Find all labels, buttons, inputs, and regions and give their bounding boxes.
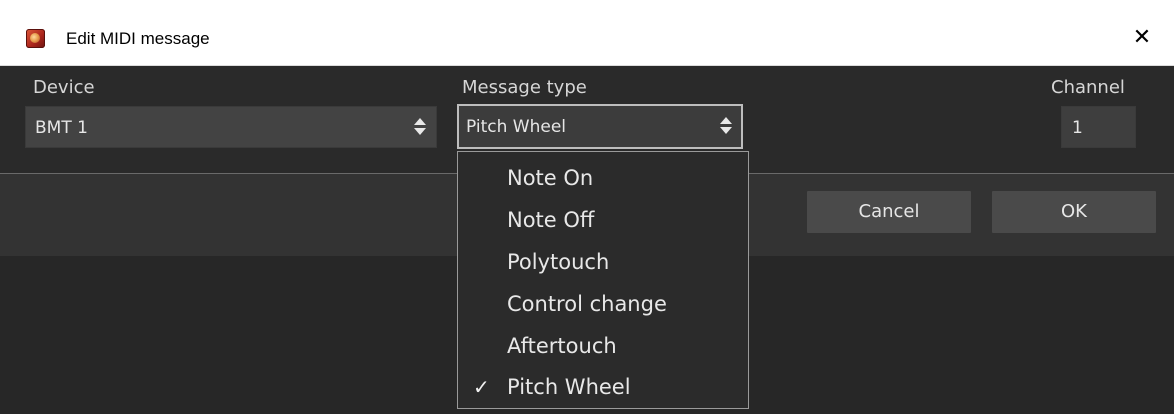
- dropdown-item-label: Note On: [507, 166, 594, 190]
- dropdown-item-label: Note Off: [507, 208, 595, 232]
- dropdown-item-control-change[interactable]: Control change: [458, 283, 748, 325]
- dropdown-item-note-off[interactable]: Note Off: [458, 199, 748, 241]
- device-select[interactable]: BMT 1: [25, 106, 437, 148]
- message-type-select-value: Pitch Wheel: [466, 117, 567, 137]
- channel-value: 1: [1072, 118, 1083, 138]
- up-down-arrows-icon: [414, 116, 426, 138]
- channel-field[interactable]: 1: [1061, 106, 1136, 148]
- close-icon[interactable]: ✕: [1124, 20, 1160, 56]
- ok-button[interactable]: OK: [992, 191, 1156, 233]
- dropdown-item-note-on[interactable]: Note On: [458, 157, 748, 199]
- dropdown-item-label: Control change: [507, 292, 667, 316]
- dropdown-item-label: Aftertouch: [507, 334, 617, 358]
- dropdown-item-label: Polytouch: [507, 250, 610, 274]
- title-bar: Edit MIDI message ✕: [0, 0, 1174, 66]
- device-label: Device: [33, 77, 95, 98]
- dropdown-item-aftertouch[interactable]: Aftertouch: [458, 325, 748, 367]
- message-type-dropdown-list: Note On Note Off Polytouch Control chang…: [457, 151, 749, 409]
- channel-label: Channel: [1051, 77, 1125, 98]
- dropdown-item-pitch-wheel[interactable]: ✓ Pitch Wheel: [458, 366, 748, 408]
- message-type-select[interactable]: Pitch Wheel: [457, 104, 743, 149]
- dropdown-item-polytouch[interactable]: Polytouch: [458, 241, 748, 283]
- checkmark-icon: ✓: [473, 375, 490, 399]
- device-select-value: BMT 1: [35, 118, 88, 138]
- app-icon: [26, 29, 45, 48]
- edit-midi-message-dialog: Edit MIDI message ✕ Device BMT 1 Message…: [0, 0, 1174, 414]
- window-title: Edit MIDI message: [66, 29, 210, 48]
- dropdown-item-label: Pitch Wheel: [507, 375, 631, 399]
- cancel-button[interactable]: Cancel: [807, 191, 971, 233]
- message-type-label: Message type: [462, 77, 587, 98]
- up-down-arrows-icon: [720, 115, 732, 137]
